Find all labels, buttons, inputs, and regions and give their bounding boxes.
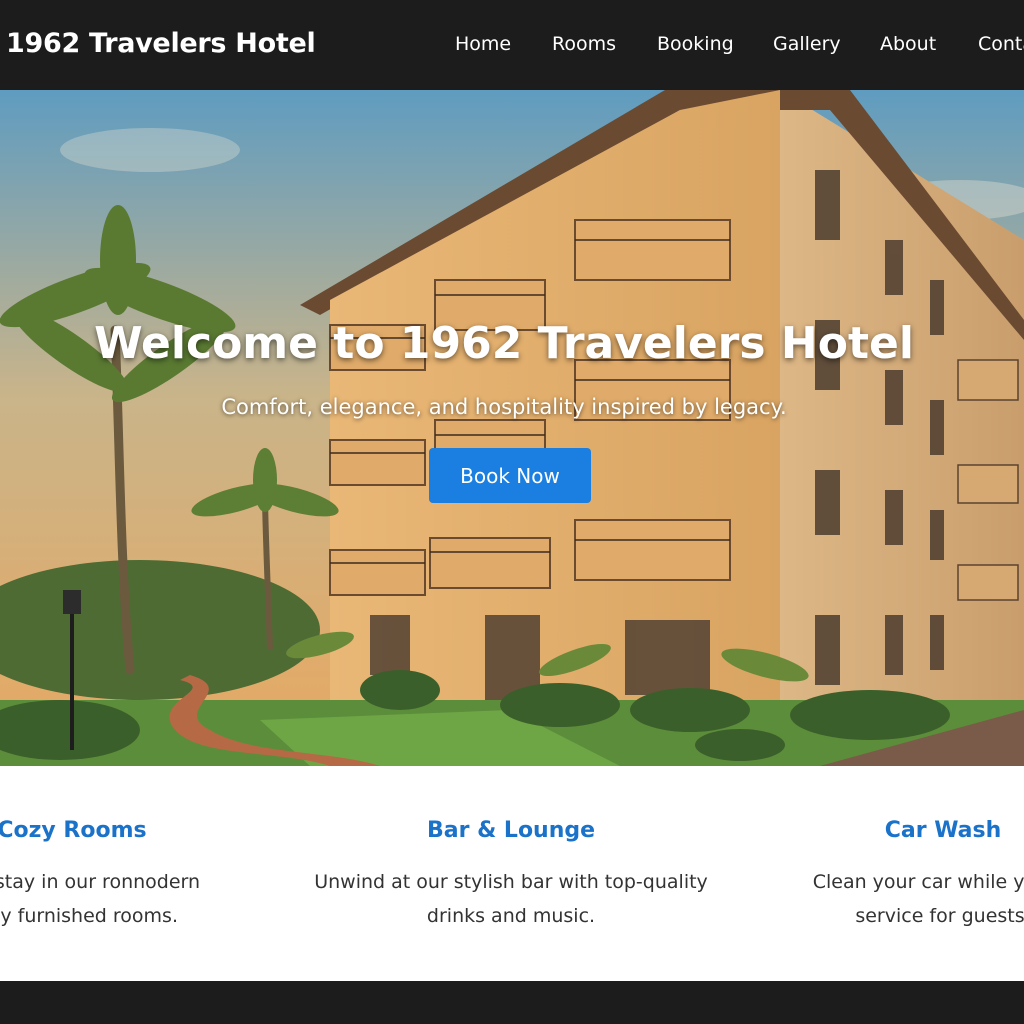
site-brand[interactable]: 1962 Travelers Hotel [6, 28, 316, 59]
nav-link-rooms[interactable]: Rooms [552, 33, 616, 55]
feature-car-wash: Car Wash Clean your car while you re ser… [723, 766, 1024, 933]
feature-description: Unwind at our stylish bar with top-quali… [314, 871, 708, 927]
feature-title: Car Wash [884, 818, 1002, 843]
nav-link-contact[interactable]: Conta [978, 33, 1024, 55]
nav-link-home[interactable]: Home [455, 33, 511, 55]
feature-cozy-rooms: Cozy Rooms wing stay in our ronnodern mi… [0, 766, 292, 933]
nav-link-gallery[interactable]: Gallery [773, 33, 841, 55]
nav-link-booking[interactable]: Booking [657, 33, 734, 55]
feature-title: Bar & Lounge [426, 818, 596, 843]
page-footer [0, 981, 1024, 1024]
book-now-button[interactable]: Book Now [429, 448, 591, 503]
nav-link-about[interactable]: About [880, 33, 936, 55]
features-section: Cozy Rooms wing stay in our ronnodern mi… [0, 766, 1024, 981]
hero-section: Welcome to 1962 Travelers Hotel Comfort,… [0, 90, 1024, 766]
hero-background-image [0, 90, 1024, 766]
hero-subtitle: Comfort, elegance, and hospitality inspi… [221, 395, 787, 419]
top-navbar: 1962 Travelers Hotel Home Rooms Booking … [0, 0, 1024, 90]
hero-title: Welcome to 1962 Travelers Hotel [94, 318, 914, 369]
feature-title: Cozy Rooms [0, 818, 147, 843]
feature-description: wing stay in our ronnodern milly furnish… [0, 871, 201, 927]
feature-description: Clean your car while you re service for … [812, 871, 1024, 927]
feature-bar-lounge: Bar & Lounge Unwind at our stylish bar w… [291, 766, 731, 933]
